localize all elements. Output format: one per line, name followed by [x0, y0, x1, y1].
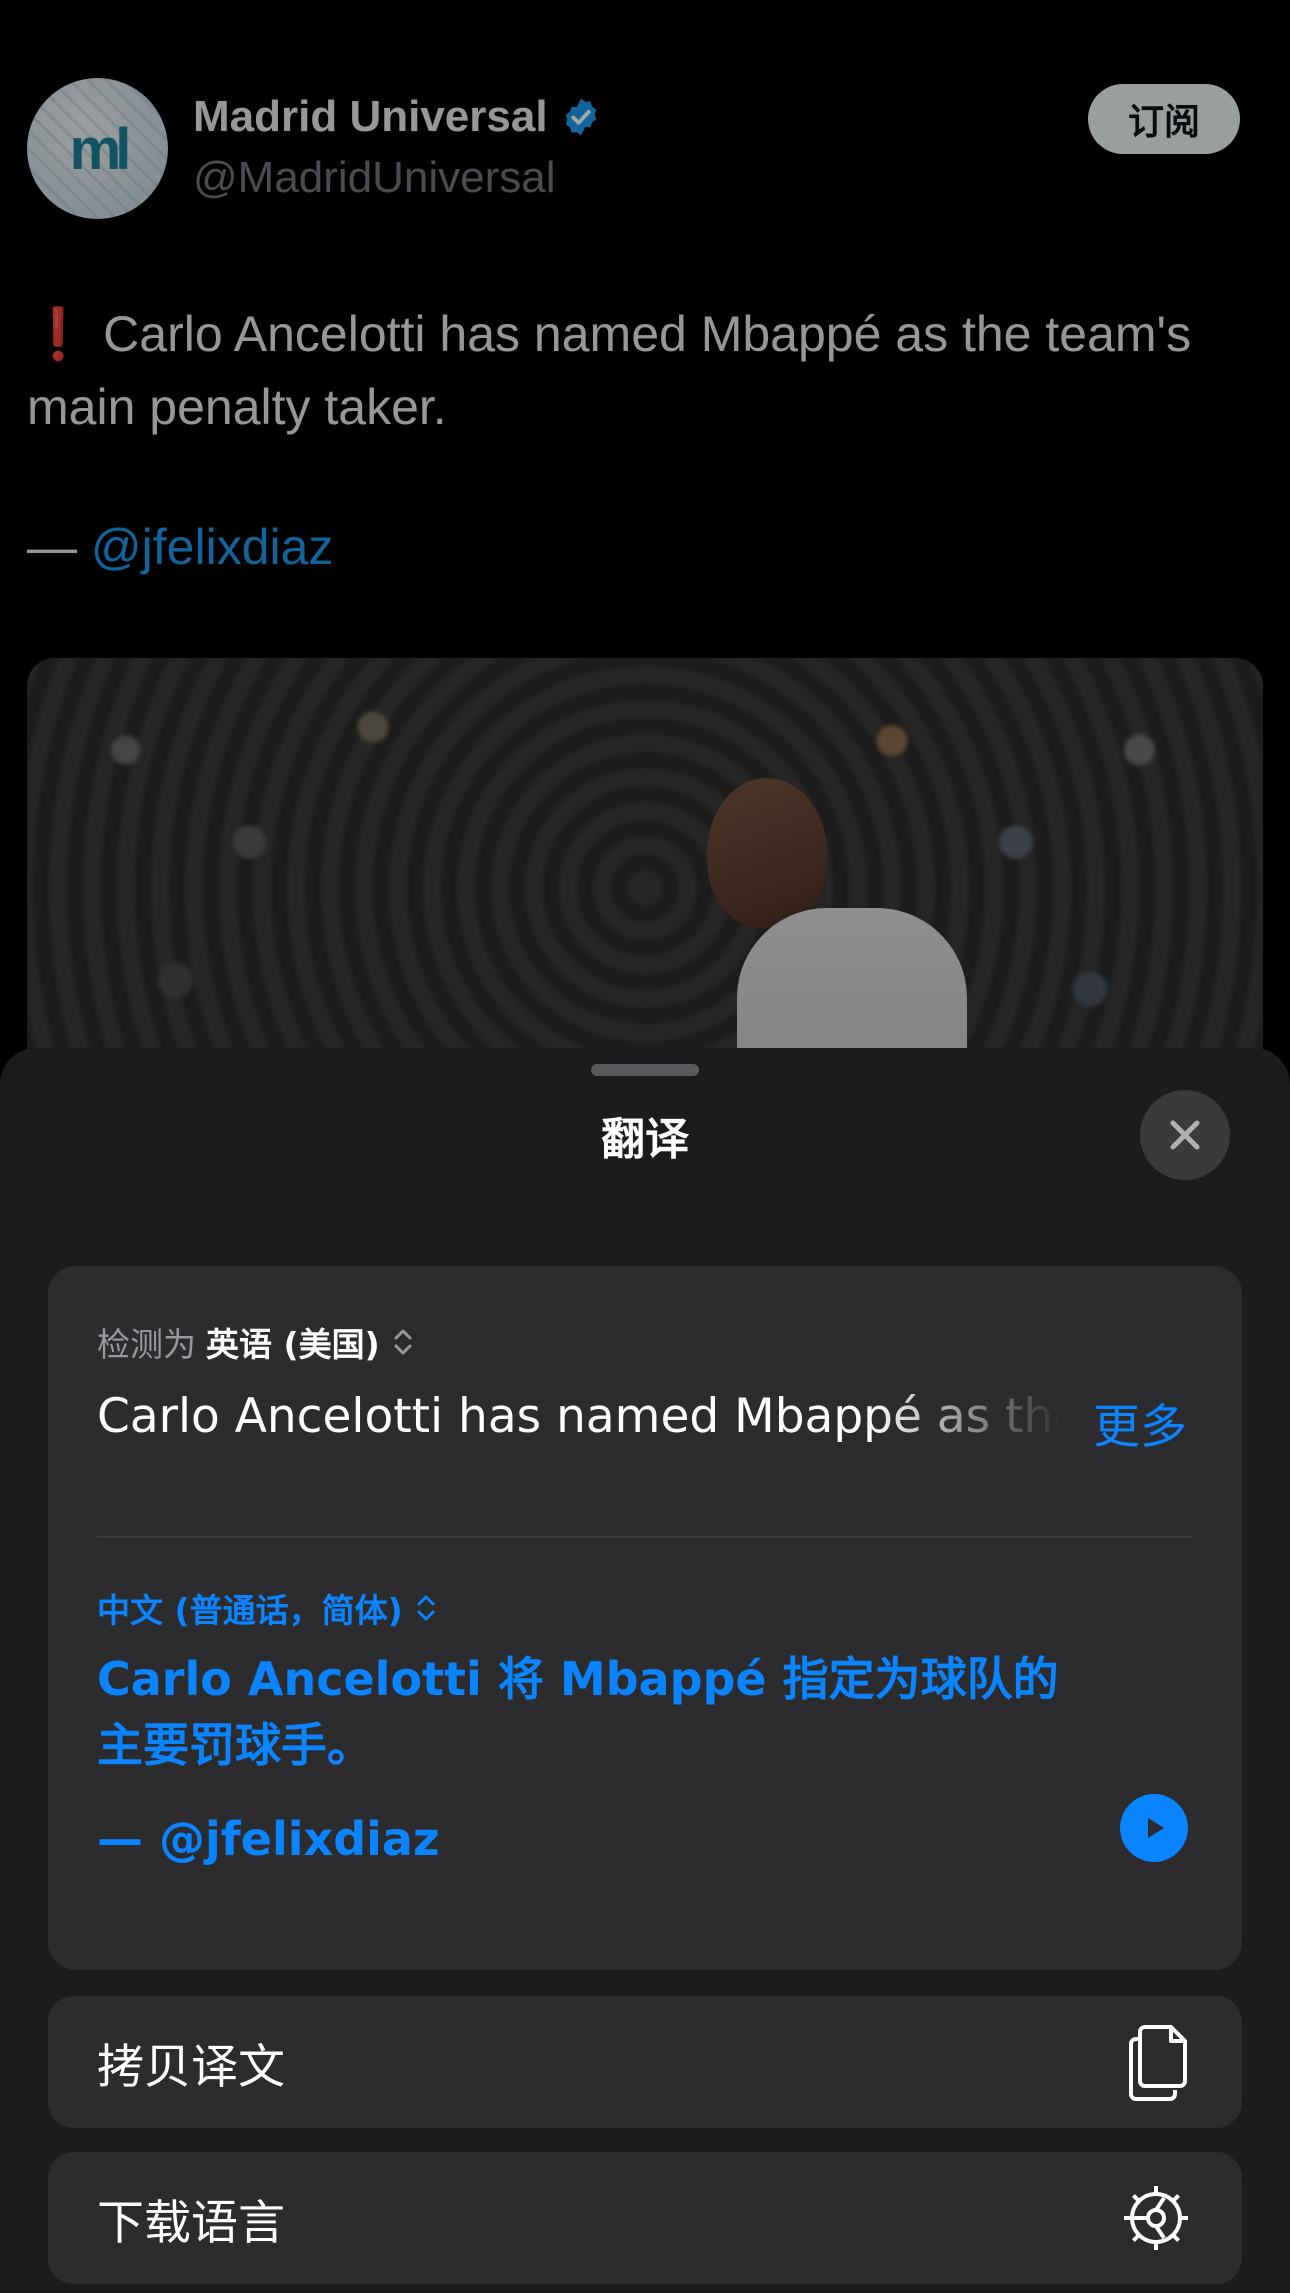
sheet-grabber[interactable]: [591, 1064, 699, 1076]
target-language-selector[interactable]: 中文 (普通话，简体): [97, 1584, 437, 1632]
copy-translation-label: 拷贝译文: [97, 2039, 285, 2095]
target-language: 中文 (普通话，简体): [97, 1591, 403, 1630]
copy-translation-button[interactable]: 拷贝译文: [48, 1996, 1242, 2128]
close-button[interactable]: [1140, 1090, 1230, 1180]
detected-language: 英语 (美国): [206, 1325, 380, 1364]
download-languages-button[interactable]: 下载语言: [48, 2152, 1242, 2284]
divider: [97, 1536, 1193, 1538]
more-button[interactable]: 更多: [1093, 1388, 1187, 1457]
source-fade: [868, 1389, 1098, 1459]
chevron-up-down-icon: [417, 1595, 435, 1621]
translation-card: 检测为 英语 (美国) Carlo Ancelotti has named Mb…: [48, 1266, 1242, 1970]
detected-prefix: 检测为: [97, 1325, 196, 1364]
chevron-up-down-icon: [394, 1329, 412, 1355]
download-languages-label: 下载语言: [97, 2195, 285, 2251]
copy-icon: [1129, 2025, 1187, 2101]
gear-icon: [1124, 2186, 1188, 2250]
sheet-title: 翻译: [601, 1114, 689, 1165]
play-icon: [1148, 1818, 1164, 1838]
close-icon: [1170, 1120, 1200, 1150]
translation-credit: — @jfelixdiaz: [97, 1812, 440, 1866]
detected-language-selector[interactable]: 检测为 英语 (美国): [97, 1318, 414, 1366]
play-button[interactable]: [1120, 1794, 1188, 1862]
translate-sheet: 翻译 检测为 英语 (美国) Carlo Ancelotti has named…: [0, 1048, 1290, 2293]
translation-text: Carlo Ancelotti 将 Mbappé 指定为球队的主要罚球手。: [97, 1652, 1059, 1772]
